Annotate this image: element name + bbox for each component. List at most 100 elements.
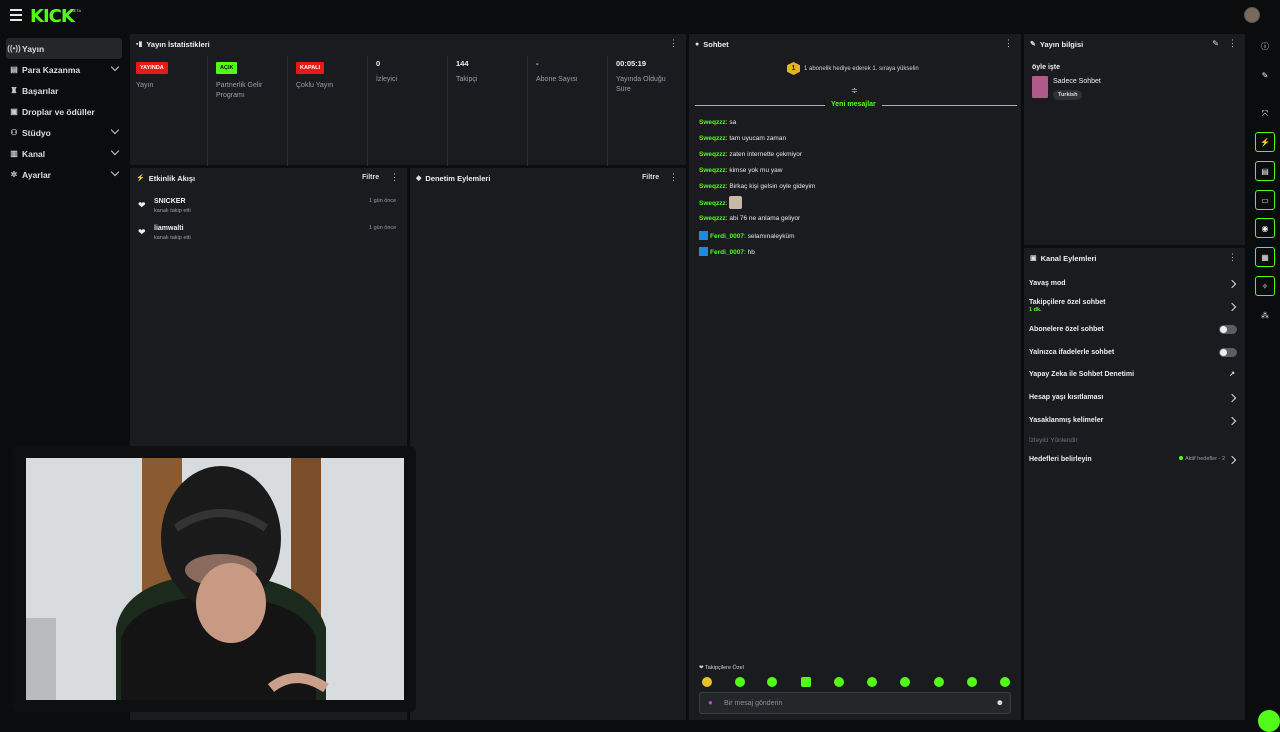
filter-button[interactable]: Filtre <box>362 174 379 181</box>
sidebar-item-studyo[interactable]: ⚇ Stüdyo <box>6 122 122 143</box>
emote-icon[interactable] <box>1000 677 1010 687</box>
filter-button[interactable]: Filtre <box>642 174 659 181</box>
more-options-icon[interactable]: ⋮ <box>669 39 678 48</box>
broadcast-icon: ((•)) <box>7 44 21 53</box>
kick-logo[interactable]: KICK <box>30 6 75 27</box>
chat-icon[interactable]: ▭ <box>1255 190 1275 210</box>
emotes-only-toggle[interactable] <box>1219 348 1237 357</box>
support-icon[interactable] <box>1258 710 1280 732</box>
wallet-icon: ▤ <box>10 65 18 74</box>
edit-icon[interactable]: ✎ <box>1255 65 1275 85</box>
wrench-icon[interactable]: ✧ <box>1255 276 1275 296</box>
emote-icon[interactable] <box>934 677 944 687</box>
chevron-down-icon <box>110 167 120 177</box>
stat-coklu-yayin: KAPALI Çoklu Yayın <box>296 56 368 166</box>
gear-icon: ✲ <box>10 170 18 179</box>
gift-leaderboard[interactable]: 11 abonelik hediye ederek 1. sıraya yüks… <box>787 62 919 75</box>
slow-mode-row[interactable]: Yavaş mod <box>1029 279 1241 289</box>
goals-status: Aktif hedefler - 2 <box>1178 456 1225 462</box>
status-badge: YAYINDA <box>136 62 168 74</box>
studio-icon: ⚇ <box>10 128 18 137</box>
webcam-video <box>26 458 404 700</box>
chat-message: Ferdi_0007: hb <box>699 247 755 256</box>
chat-message: Ferdi_0007: selamınaleyküm <box>699 231 795 240</box>
followers-only-row[interactable]: Takipçilere özel sohbet 1 dk. <box>1029 299 1241 313</box>
banned-words-row[interactable]: Yasaklanmış kelimeler <box>1029 416 1241 426</box>
sidebar-item-yayin[interactable]: ((•)) Yayın <box>6 38 122 59</box>
emote-icon[interactable] <box>867 677 877 687</box>
goals-row[interactable]: Hedefleri belirleyin Aktif hedefler - 2 <box>1029 455 1241 465</box>
more-options-icon[interactable]: ⋮ <box>390 173 399 182</box>
right-rail: ⓘ ✎ ⤧ ⚡ ▤ ▭ ◉ ▦ ✧ ⁂ <box>1248 34 1280 732</box>
category-name[interactable]: Sadece Sohbet <box>1053 78 1101 85</box>
list-item: ❤ liamwalti kanalı takip etti 1 gün önce <box>138 225 397 241</box>
chevron-right-icon <box>1227 393 1237 403</box>
document-icon[interactable]: ▤ <box>1255 161 1275 181</box>
sidebar-item-basarilar[interactable]: ♜ Başarılar <box>6 80 122 101</box>
channel-icon: ▣ <box>1030 255 1037 262</box>
chart-icon: ▪▮ <box>136 41 143 48</box>
account-age-row[interactable]: Hesap yaşı kısıtlaması <box>1029 393 1241 403</box>
stat-izleyici: 0 İzleyici <box>376 56 448 166</box>
bolt-icon[interactable]: ⚡ <box>1255 132 1275 152</box>
stream-info-panel: ✎ Yayın bilgisi ✎ ⋮ öyle işte Sadece Sohb… <box>1024 34 1245 245</box>
top-bar: KICK BETA <box>0 0 1280 32</box>
apps-icon[interactable]: ⁂ <box>1255 305 1275 325</box>
ai-moderation-row[interactable]: Yapay Zeka ile Sohbet Denetimi ↗ <box>1029 371 1241 378</box>
emoji-icon[interactable]: ☻ <box>996 698 1004 707</box>
chevron-down-icon <box>110 146 120 156</box>
broadcast-icon[interactable]: ◉ <box>1255 218 1275 238</box>
more-options-icon[interactable]: ⋮ <box>1228 39 1237 48</box>
stat-partnerlik: AÇIK Partnerlik Gelir Programı <box>216 56 288 166</box>
language-tag: Turkish <box>1053 90 1083 100</box>
emote-image <box>729 196 743 209</box>
external-link-icon: ↗ <box>1229 371 1235 378</box>
rank-badge: 1 <box>787 62 800 75</box>
chevron-right-icon <box>1227 279 1237 289</box>
stat-sure: 00:05:19 Yayında Olduğu Süre <box>616 59 666 93</box>
more-options-icon[interactable]: ⋮ <box>669 173 678 182</box>
emote-icon[interactable] <box>767 677 777 687</box>
chat-message: Sweqzzz: <box>699 196 743 209</box>
list-item: ❤ SNICKER kanalı takip etti 1 gün önce <box>138 198 397 214</box>
chevron-right-icon <box>1227 416 1237 426</box>
category-thumbnail[interactable] <box>1032 76 1048 98</box>
emote-icon[interactable] <box>801 677 811 687</box>
avatar[interactable] <box>1244 7 1260 23</box>
emote-icon[interactable] <box>735 677 745 687</box>
emote-icon[interactable] <box>702 677 712 687</box>
chat-message: Sweqzzz: zaten internette çekmiyor <box>699 151 802 158</box>
expand-icon[interactable]: ⤧ <box>1255 104 1275 124</box>
edit-icon[interactable]: ✎ <box>1212 39 1219 48</box>
subscribers-only-toggle[interactable] <box>1219 325 1237 334</box>
more-options-icon[interactable]: ⋮ <box>1228 253 1237 262</box>
emote-icon[interactable] <box>900 677 910 687</box>
new-messages-label: Yeni mesajlar <box>825 101 882 108</box>
channel-actions-panel: ▣ Kanal Eylemleri ⋮ Yavaş mod Takipçilere… <box>1024 248 1245 720</box>
layout-icon[interactable]: ▦ <box>1255 247 1275 267</box>
sidebar-item-kanal[interactable]: ▥ Kanal <box>6 143 122 164</box>
status-badge: AÇIK <box>216 62 238 74</box>
heart-icon: ❤ <box>138 227 146 237</box>
menu-icon[interactable] <box>10 9 22 21</box>
emote-icon[interactable] <box>967 677 977 687</box>
sidebar-item-para-kazanma[interactable]: ▤ Para Kazanma <box>6 59 122 80</box>
info-icon[interactable]: ⓘ <box>1255 36 1275 56</box>
mic-icon[interactable]: ● <box>708 698 713 707</box>
stat-takipci: 144 Takipçi <box>456 56 528 166</box>
chat-message: Sweqzzz: kimse yok mu yaw <box>699 167 783 174</box>
more-options-icon[interactable]: ⋮ <box>1004 39 1013 48</box>
panel-title: Yayın İstatistikleri <box>146 39 210 49</box>
sidebar-item-ayarlar[interactable]: ✲ Ayarlar <box>6 164 122 185</box>
wrench-icon: ✎ <box>1030 41 1036 48</box>
chat-message: Sweqzzz: Birkaç kişi gelsin oyle gideyim <box>699 183 816 190</box>
pin-icon[interactable]: ≑ <box>851 86 858 95</box>
chat-input[interactable]: ● Bir mesaj gönderin ☻ <box>699 692 1011 714</box>
kick-badge-icon <box>699 247 708 256</box>
beta-label: BETA <box>71 8 82 13</box>
stream-title: öyle işte <box>1032 64 1061 71</box>
kick-badge-icon <box>699 231 708 240</box>
chevron-down-icon <box>110 62 120 72</box>
emote-icon[interactable] <box>834 677 844 687</box>
sidebar-item-droplar[interactable]: ▣ Droplar ve ödüller <box>6 101 122 122</box>
